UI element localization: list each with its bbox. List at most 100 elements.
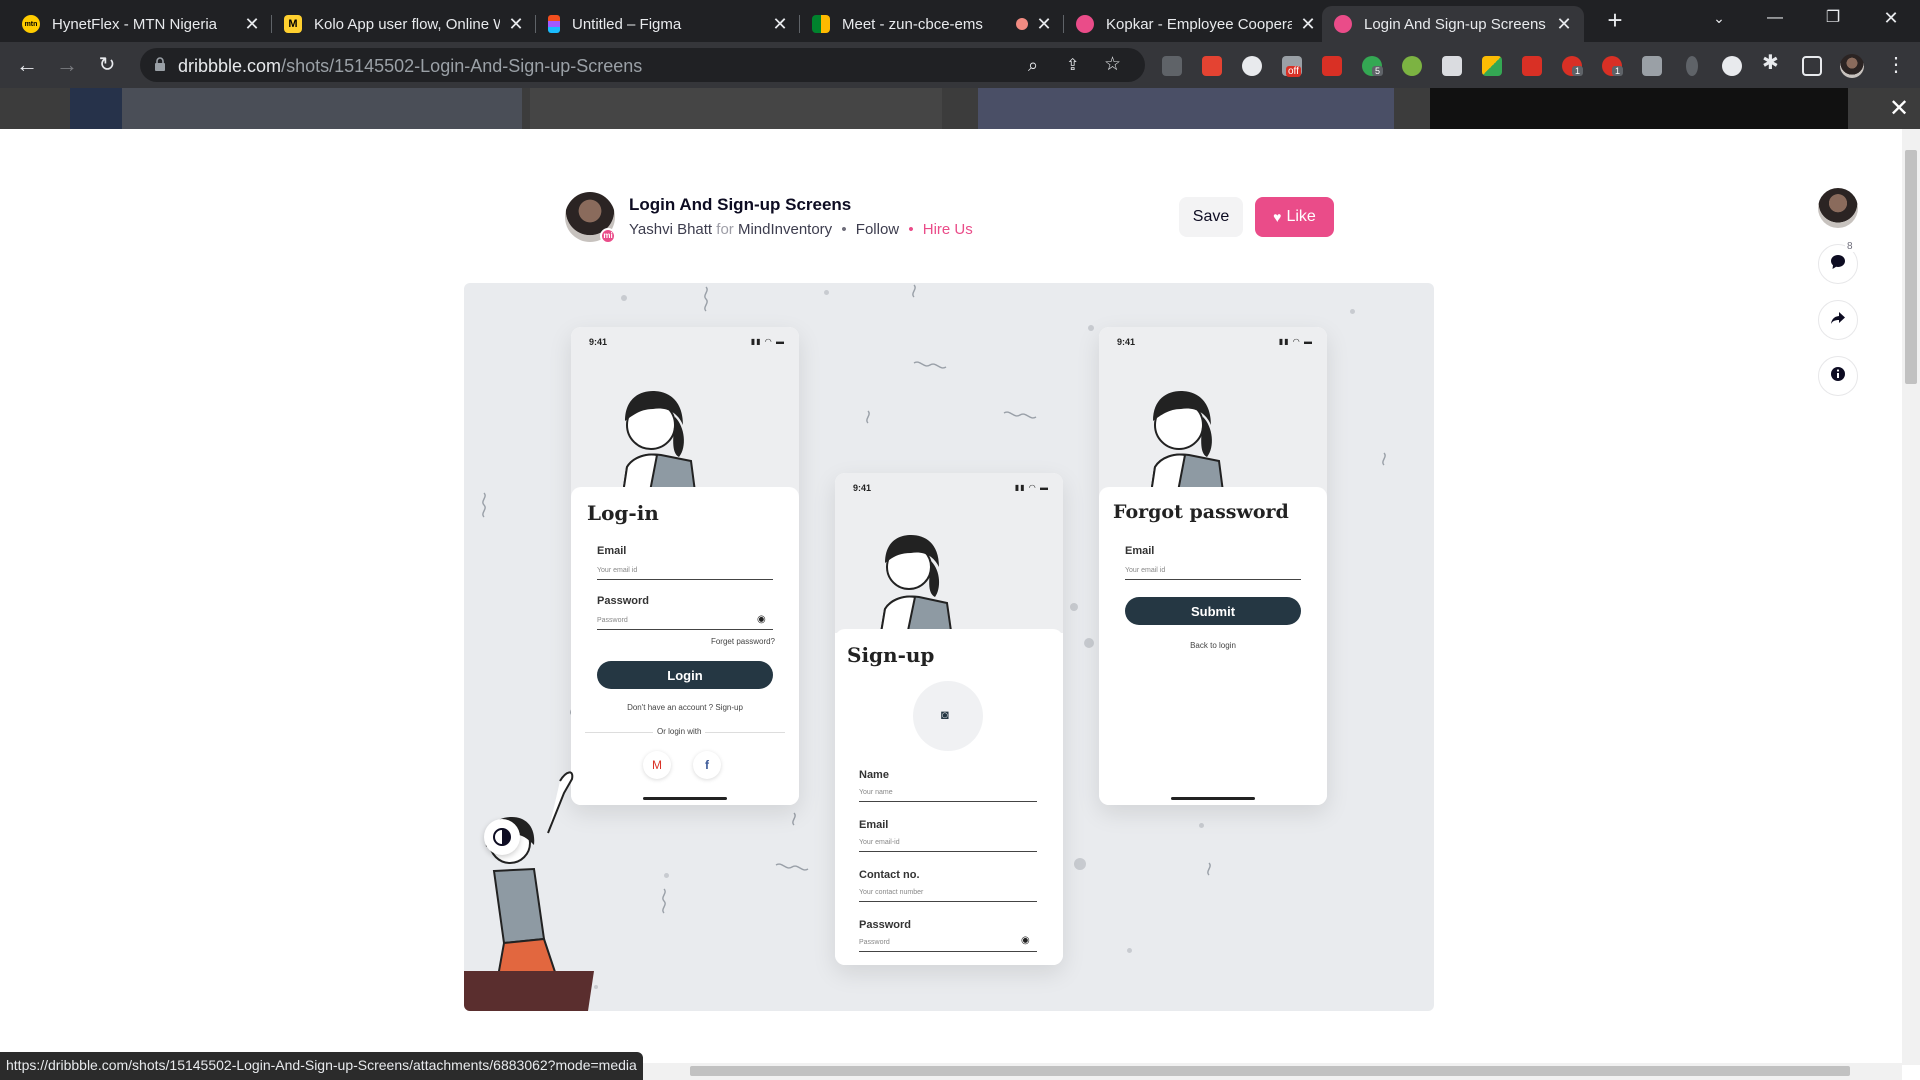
extension-alert-icon[interactable]: 1: [1602, 56, 1624, 76]
vertical-scrollbar-thumb[interactable]: [1905, 150, 1917, 384]
reload-icon[interactable]: ↻: [92, 50, 122, 80]
extension-owl-icon[interactable]: [1722, 56, 1742, 76]
dribbble-favicon-icon: [1076, 15, 1094, 33]
comment-count: 8: [1845, 241, 1855, 252]
login-title: Log-in: [587, 501, 659, 525]
status-time: 9:41: [589, 337, 608, 347]
contrast-toggle-button[interactable]: [484, 819, 520, 855]
adblock-icon[interactable]: 1: [1562, 56, 1584, 76]
phone-forgot-password: 9:41 ▮▮ ◠ ▬ Forgot password Email Your e…: [1099, 327, 1327, 805]
hire-us-link[interactable]: Hire Us: [923, 221, 973, 238]
window-close-button[interactable]: ✕: [1868, 0, 1914, 36]
contact-field[interactable]: Your contact number: [859, 889, 923, 896]
restore-button[interactable]: ❐: [1810, 0, 1856, 36]
extension-gray-icon[interactable]: [1442, 56, 1462, 76]
tab-kopkar[interactable]: Kopkar - Employee Cooperati ✕: [1064, 6, 1328, 42]
bookmark-star-icon[interactable]: ☆: [1104, 53, 1121, 76]
page-backdrop: [0, 88, 1920, 129]
like-button[interactable]: ♥ Like: [1255, 197, 1334, 237]
name-field[interactable]: Your name: [859, 789, 893, 796]
address-bar[interactable]: dribbble.com/shots/15145502-Login-And-Si…: [140, 48, 1145, 82]
extension-shield-icon[interactable]: 5: [1362, 56, 1384, 76]
horizontal-scrollbar-thumb[interactable]: [690, 1066, 1850, 1076]
tab-title: Meet - zun-cbce-ems: [842, 15, 983, 33]
sidebar-author-avatar[interactable]: [1818, 188, 1858, 228]
status-time: 9:41: [1117, 337, 1136, 347]
todoist-icon[interactable]: [1202, 56, 1222, 76]
login-button[interactable]: Login: [597, 661, 773, 689]
password-field[interactable]: Password: [597, 617, 628, 624]
follow-link[interactable]: Follow: [856, 221, 899, 238]
contrast-icon: [493, 828, 511, 846]
submit-button[interactable]: Submit: [1125, 597, 1301, 625]
zoom-icon[interactable]: ⌕: [1028, 55, 1038, 76]
extension-1-icon[interactable]: [1162, 56, 1182, 76]
close-tab-icon[interactable]: ✕: [1300, 14, 1316, 35]
email-field[interactable]: Your email id: [1125, 567, 1165, 574]
extension-green-icon[interactable]: [1402, 56, 1422, 76]
close-modal-icon[interactable]: ✕: [1884, 94, 1914, 124]
extension-robot-icon[interactable]: [1242, 56, 1262, 76]
tab-search-chevron-icon[interactable]: ⌄: [1696, 0, 1742, 36]
close-tab-icon[interactable]: ✕: [508, 14, 524, 35]
mtn-favicon-icon: mtn: [22, 15, 40, 33]
forgot-password-link[interactable]: Forget password?: [711, 637, 775, 646]
status-time: 9:41: [853, 483, 872, 493]
profile-photo-picker[interactable]: ◙: [913, 681, 983, 751]
url-host: dribbble.com: [178, 56, 282, 76]
gmail-icon[interactable]: M: [643, 751, 671, 779]
dot-separator: •: [841, 221, 847, 238]
shot-title: Login And Sign-up Screens: [629, 195, 852, 214]
save-button[interactable]: Save: [1179, 197, 1243, 237]
menu-kebab-icon[interactable]: ⋮: [1886, 52, 1906, 77]
email-label: Email: [1125, 545, 1155, 557]
tab-kolo[interactable]: M Kolo App user flow, Online W ✕: [272, 6, 536, 42]
back-to-login-link[interactable]: Back to login: [1099, 641, 1327, 650]
eye-icon[interactable]: ◉: [757, 614, 766, 625]
browser-tab-strip: mtn HynetFlex - MTN Nigeria ✕ M Kolo App…: [0, 0, 1920, 42]
password-field[interactable]: Password: [859, 939, 890, 946]
or-login-with: Or login with: [653, 727, 706, 736]
dot-separator: •: [908, 221, 914, 238]
new-tab-button[interactable]: +: [1600, 6, 1630, 36]
shot-image[interactable]: 9:41 ▮▮ ◠ ▬ Log-in Email Your email id P…: [464, 283, 1434, 1011]
status-bar-url: https://dribbble.com/shots/15145502-Logi…: [0, 1052, 643, 1080]
tab-hynetflex[interactable]: mtn HynetFlex - MTN Nigeria ✕: [10, 6, 272, 42]
info-button[interactable]: [1818, 356, 1858, 396]
close-tab-icon[interactable]: ✕: [1036, 14, 1052, 35]
eye-icon[interactable]: ◉: [1021, 935, 1030, 946]
close-tab-icon[interactable]: ✕: [1556, 14, 1572, 35]
minimize-button[interactable]: —: [1752, 0, 1798, 36]
status-icons: ▮▮ ◠ ▬: [750, 337, 785, 346]
extension-red-book-icon[interactable]: [1322, 56, 1342, 76]
signup-card: Sign-up ◙ Name Your name Email Your emai…: [835, 629, 1063, 965]
extension-color-icon[interactable]: [1482, 56, 1502, 76]
extensions-puzzle-icon[interactable]: ✱: [1762, 50, 1779, 75]
share-icon[interactable]: ⇪: [1066, 55, 1079, 75]
back-arrow-icon[interactable]: ←: [12, 50, 42, 80]
signup-prompt[interactable]: Don't have an account ? Sign-up: [571, 703, 799, 712]
profile-avatar[interactable]: [1840, 54, 1864, 78]
forward-arrow-icon[interactable]: →: [52, 50, 82, 80]
team-link[interactable]: MindInventory: [738, 221, 832, 238]
close-tab-icon[interactable]: ✕: [244, 14, 260, 35]
comments-button[interactable]: 8: [1818, 241, 1858, 284]
side-panel-icon[interactable]: [1802, 56, 1822, 76]
tab-title: Kopkar - Employee Cooperati: [1106, 15, 1292, 33]
tab-figma[interactable]: Untitled – Figma ✕: [536, 6, 800, 42]
extension-off-icon[interactable]: off: [1282, 56, 1302, 77]
tab-meet[interactable]: Meet - zun-cbce-ems ✕: [800, 6, 1064, 42]
extension-mic-icon[interactable]: [1686, 56, 1698, 76]
author-link[interactable]: Yashvi Bhatt: [629, 221, 712, 238]
close-tab-icon[interactable]: ✕: [772, 14, 788, 35]
email-field[interactable]: Your email id: [597, 567, 637, 574]
contact-label: Contact no.: [859, 869, 920, 881]
extension-video-icon[interactable]: [1522, 56, 1542, 76]
tab-title: Login And Sign-up Screens: [1364, 15, 1546, 33]
tab-login-signup[interactable]: Login And Sign-up Screens ✕: [1322, 6, 1584, 42]
password-label: Password: [597, 595, 649, 607]
share-button[interactable]: [1818, 300, 1858, 340]
facebook-icon[interactable]: f: [693, 751, 721, 779]
extension-translate-icon[interactable]: [1642, 56, 1662, 76]
email-field[interactable]: Your email-id: [859, 839, 900, 846]
